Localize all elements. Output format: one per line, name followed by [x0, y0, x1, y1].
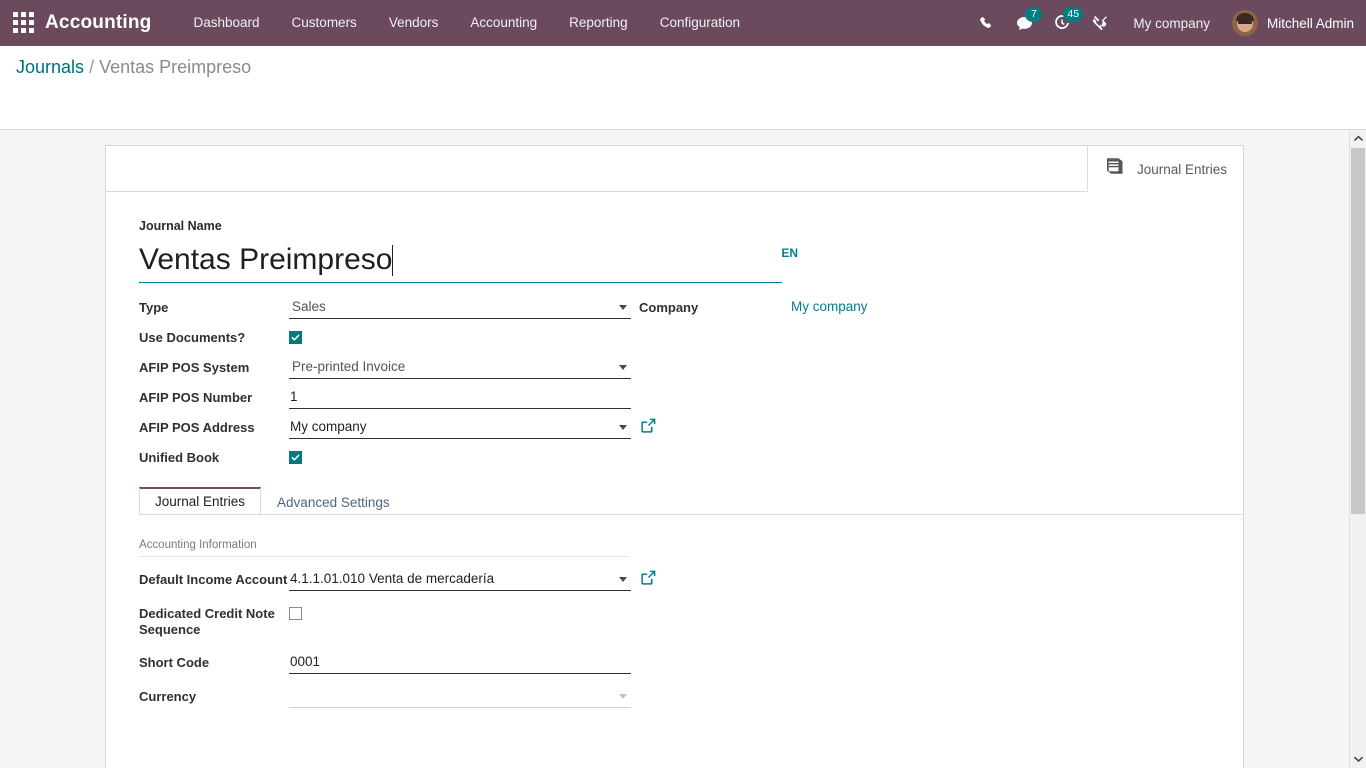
journal-name-value: Ventas Preimpreso [139, 243, 393, 276]
notebook-tabs: Journal Entries Advanced Settings [139, 487, 1243, 516]
company-switcher[interactable]: My company [1133, 16, 1210, 31]
field-row-currency: Currency [139, 686, 1243, 708]
field-groups: Type Sales Use Documents? AFIP POS Syste… [106, 297, 1243, 473]
unified-book-checkbox[interactable] [289, 451, 302, 464]
form-sheet: Journal Entries Journal Name Ventas Prei… [105, 145, 1244, 768]
short-code-value: 0001 [290, 654, 321, 669]
internal-link-icon[interactable] [641, 418, 656, 438]
menu-item-configuration[interactable]: Configuration [644, 0, 756, 46]
section-title-accounting-information: Accounting Information [139, 539, 629, 557]
chevron-down-icon [619, 365, 627, 370]
short-code-input[interactable]: 0001 [289, 652, 631, 674]
company-value-link[interactable]: My company [789, 299, 868, 314]
activities-badge: 45 [1063, 7, 1084, 22]
field-row-short-code: Short Code 0001 [139, 652, 1243, 674]
form-content-area: Journal Entries Journal Name Ventas Prei… [0, 130, 1349, 768]
main-menu: Dashboard Customers Vendors Accounting R… [178, 0, 757, 46]
chevron-down-icon[interactable] [1350, 751, 1366, 768]
field-row-afip-pos-number: AFIP POS Number 1 [139, 387, 649, 409]
vertical-scrollbar[interactable] [1349, 130, 1366, 768]
activities-icon[interactable]: 45 [1047, 0, 1084, 46]
field-row-dedicated-credit-note-sequence: Dedicated Credit Note Sequence [139, 603, 1243, 638]
chevron-up-icon[interactable] [1350, 130, 1366, 147]
menu-item-reporting[interactable]: Reporting [553, 0, 644, 46]
field-row-afip-pos-address: AFIP POS Address My company [139, 417, 656, 439]
field-row-unified-book: Unified Book [139, 447, 649, 469]
afip-pos-system-value: Pre-printed Invoice [292, 359, 406, 374]
language-badge[interactable]: EN [781, 246, 798, 260]
chevron-down-icon [619, 305, 627, 310]
type-value: Sales [292, 299, 326, 314]
unified-book-label: Unified Book [139, 450, 220, 465]
avatar [1231, 10, 1258, 36]
apps-grid-icon[interactable] [13, 12, 35, 34]
navbar-systray: 7 45 My company Mitchell Admin [967, 0, 1366, 46]
text-cursor [392, 245, 394, 276]
form-body: Journal Name Ventas Preimpreso EN Type S… [106, 218, 1243, 708]
menu-item-customers[interactable]: Customers [276, 0, 373, 46]
tab-advanced-settings[interactable]: Advanced Settings [261, 489, 406, 516]
dedicated-credit-note-sequence-label: Dedicated Credit Note Sequence [139, 606, 275, 637]
chevron-down-icon [619, 577, 627, 582]
smart-button-label: Journal Entries [1136, 161, 1227, 177]
field-row-use-documents: Use Documents? [139, 327, 649, 349]
messages-badge: 7 [1025, 7, 1043, 22]
title-block: Journal Name Ventas Preimpreso EN [139, 218, 819, 283]
field-group-left: Type Sales Use Documents? AFIP POS Syste… [139, 297, 656, 477]
messages-icon[interactable]: 7 [1009, 0, 1043, 46]
journal-name-input[interactable]: Ventas Preimpreso EN [139, 240, 798, 283]
field-row-afip-pos-system: AFIP POS System Pre-printed Invoice [139, 357, 649, 379]
field-row-type: Type Sales [139, 297, 649, 319]
user-name: Mitchell Admin [1266, 15, 1354, 31]
app-brand-title[interactable]: Accounting [45, 12, 152, 34]
afip-pos-system-label: AFIP POS System [139, 360, 250, 375]
afip-pos-number-input[interactable]: 1 [289, 387, 631, 409]
afip-pos-address-input[interactable]: My company [289, 417, 631, 439]
internal-link-icon[interactable] [641, 570, 656, 590]
default-income-account-value: 4.1.1.01.010 Venta de mercadería [290, 571, 495, 586]
tab-journal-entries[interactable]: Journal Entries [139, 487, 262, 516]
chevron-down-icon [619, 425, 627, 430]
breadcrumb-separator: / [89, 57, 95, 77]
breadcrumb-current: Ventas Preimpreso [99, 57, 252, 77]
notebook: Journal Entries Advanced Settings Accoun… [106, 487, 1243, 708]
scrollbar-thumb[interactable] [1351, 148, 1365, 514]
default-income-account-input[interactable]: 4.1.1.01.010 Venta de mercadería [289, 569, 631, 591]
company-label: Company [639, 300, 699, 315]
type-select[interactable]: Sales [289, 297, 631, 319]
book-icon [1104, 157, 1126, 181]
breadcrumb-journals-link[interactable]: Journals [16, 57, 84, 77]
phone-icon[interactable] [971, 0, 1001, 46]
journal-name-label: Journal Name [139, 219, 222, 233]
dedicated-credit-note-sequence-checkbox[interactable] [289, 607, 302, 620]
currency-label: Currency [139, 689, 197, 704]
debug-tools-icon[interactable] [1085, 0, 1115, 46]
menu-item-vendors[interactable]: Vendors [373, 0, 455, 46]
chevron-down-icon [619, 694, 627, 699]
top-navbar: Accounting Dashboard Customers Vendors A… [0, 0, 1366, 46]
afip-pos-address-label: AFIP POS Address [139, 420, 255, 435]
use-documents-checkbox[interactable] [289, 331, 302, 344]
field-row-company: Company My company [639, 297, 1159, 319]
control-panel: Journals / Ventas Preimpreso SAVE DISCAR… [0, 46, 1366, 167]
tab-pane-journal-entries: Accounting Information Default Income Ac… [106, 515, 1243, 708]
user-menu[interactable]: Mitchell Admin [1231, 10, 1354, 36]
smart-button-journal-entries[interactable]: Journal Entries [1086, 146, 1243, 192]
field-group-right: Company My company [639, 297, 1159, 327]
short-code-label: Short Code [139, 655, 210, 670]
use-documents-label: Use Documents? [139, 330, 246, 345]
currency-select[interactable] [289, 686, 631, 708]
default-income-account-label: Default Income Account [139, 572, 288, 587]
field-row-default-income-account: Default Income Account 4.1.1.01.010 Vent… [139, 569, 1243, 591]
breadcrumb: Journals / Ventas Preimpreso [16, 57, 251, 78]
afip-pos-number-value: 1 [290, 389, 298, 404]
button-box: Journal Entries [106, 146, 1243, 192]
menu-item-accounting[interactable]: Accounting [454, 0, 553, 46]
type-label: Type [139, 300, 169, 315]
afip-pos-number-label: AFIP POS Number [139, 390, 253, 405]
menu-item-dashboard[interactable]: Dashboard [178, 0, 276, 46]
afip-pos-system-select[interactable]: Pre-printed Invoice [289, 357, 631, 379]
afip-pos-address-value: My company [290, 419, 367, 434]
